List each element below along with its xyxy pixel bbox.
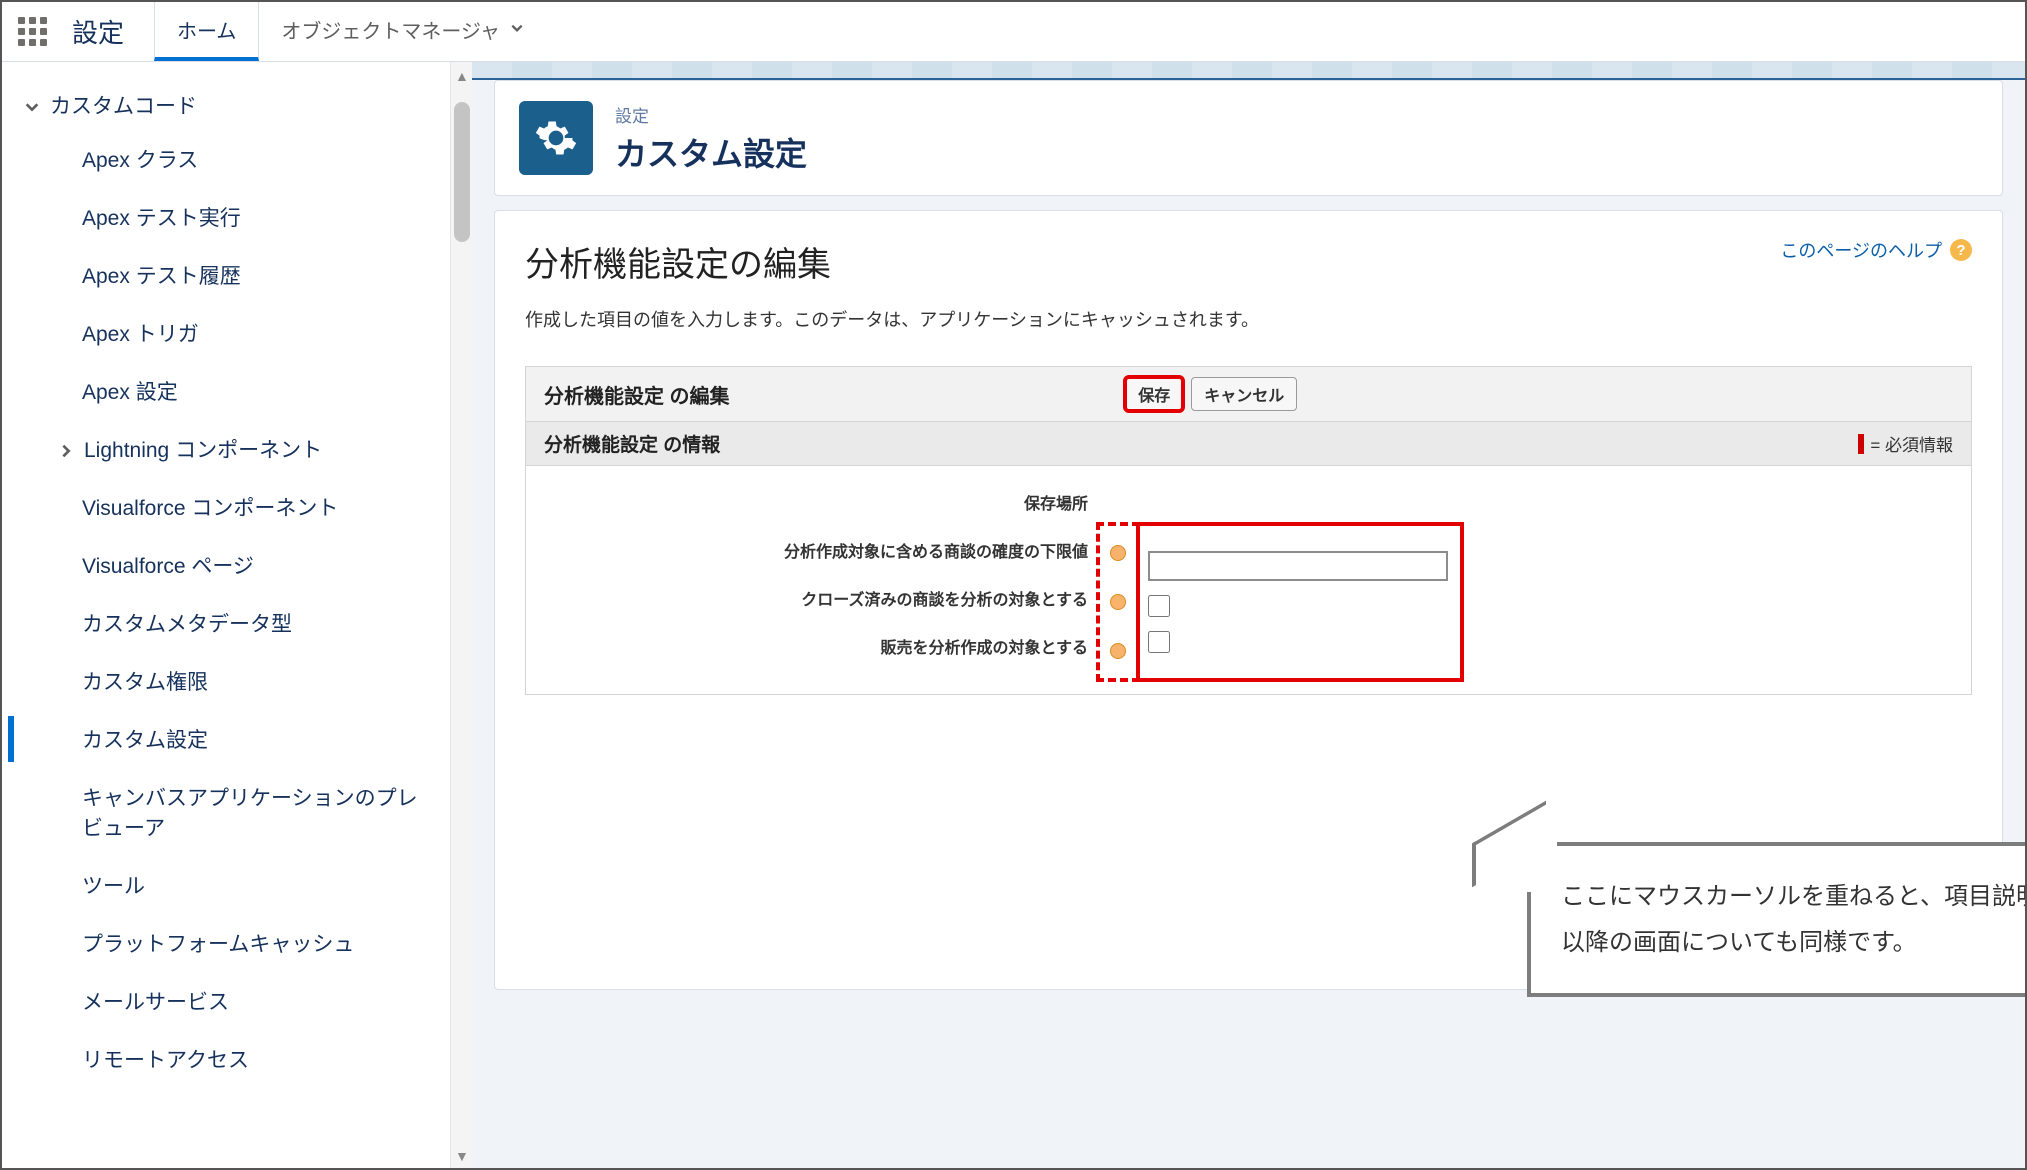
page-block-title: 分析機能設定 の編集 <box>544 380 730 409</box>
sidebar-item-vf-components[interactable]: Visualforce コンポーネント <box>8 478 472 536</box>
panel-heading: 分析機能設定の編集 <box>525 237 831 286</box>
required-pipe-icon <box>1858 434 1864 454</box>
sidebar-parent-label: カスタムコード <box>50 90 197 120</box>
callout-mask <box>1527 842 1557 892</box>
tab-label: オブジェクトマネージャ <box>281 15 500 44</box>
sidebar-item-vf-pages[interactable]: Visualforce ページ <box>8 536 472 594</box>
chevron-right-icon <box>58 441 74 457</box>
sidebar-item-email-services[interactable]: メールサービス <box>8 972 472 1030</box>
include-closed-checkbox[interactable] <box>1148 595 1170 617</box>
callout-line2: 以降の画面についても同様です。 <box>1561 920 2027 966</box>
scroll-down-icon[interactable]: ▼ <box>455 1148 469 1162</box>
field-label-include-sales: 販売を分析作成の対象とする <box>544 634 1094 658</box>
page-title: カスタム設定 <box>615 129 807 175</box>
sidebar-item-remote-access[interactable]: リモートアクセス <box>8 1030 472 1088</box>
sidebar-item-lightning-components[interactable]: Lightning コンポーネント <box>8 420 472 478</box>
page-block-subheader: 分析機能設定 の情報 = 必須情報 <box>526 422 1971 466</box>
sidebar-item-custom-metadata[interactable]: カスタムメタデータ型 <box>8 594 472 652</box>
field-help-icon[interactable] <box>1110 545 1126 561</box>
decorative-strip <box>472 62 2025 80</box>
page-block-sub-title: 分析機能設定 の情報 <box>544 430 720 457</box>
sidebar-item-label: Lightning コンポーネント <box>84 434 322 464</box>
sidebar-item-tools[interactable]: ツール <box>8 856 472 914</box>
sidebar-item-custom-permissions[interactable]: カスタム権限 <box>8 652 472 710</box>
field-help-icon[interactable] <box>1110 594 1126 610</box>
annotation-callout: ここにマウスカーソルを重ねると、項目説明が表示されます。 以降の画面についても同… <box>1527 842 2027 997</box>
help-link-label: このページのヘルプ <box>1780 237 1942 263</box>
sidebar-item-apex-classes[interactable]: Apex クラス <box>8 130 472 188</box>
sidebar-item-apex-test-exec[interactable]: Apex テスト実行 <box>8 188 472 246</box>
page-block-header: 分析機能設定 の編集 保存 キャンセル <box>526 367 1971 422</box>
sidebar-scrollbar[interactable]: ▲ ▼ <box>450 62 472 1168</box>
include-sales-checkbox[interactable] <box>1148 631 1170 653</box>
required-legend-label: = 必須情報 <box>1870 431 1953 456</box>
panel-description: 作成した項目の値を入力します。このデータは、アプリケーションにキャッシュされます… <box>525 306 1972 332</box>
location-label: 保存場所 <box>544 490 1094 514</box>
sidebar-item-canvas-preview[interactable]: キャンバスアプリケーションのプレビューア <box>8 768 472 856</box>
main-content: 設定 カスタム設定 分析機能設定の編集 このページのヘルプ ? 作成した項目の値… <box>472 62 2025 1168</box>
sidebar-parent-custom-code[interactable]: カスタムコード <box>8 80 472 130</box>
callout-line1: ここにマウスカーソルを重ねると、項目説明が表示されます。 <box>1561 874 2027 920</box>
opp-prob-min-input[interactable] <box>1148 551 1448 581</box>
tab-label: ホーム <box>177 15 236 44</box>
tab-home[interactable]: ホーム <box>154 2 259 61</box>
required-legend: = 必須情報 <box>1858 431 1953 456</box>
sidebar-item-platform-cache[interactable]: プラットフォームキャッシュ <box>8 914 472 972</box>
app-title: 設定 <box>62 2 154 61</box>
field-label-opp-prob-min: 分析作成対象に含める商談の確度の下限値 <box>544 538 1094 562</box>
setup-sidebar: カスタムコード Apex クラス Apex テスト実行 Apex テスト履歴 A… <box>2 62 472 1168</box>
field-help-icon[interactable] <box>1110 643 1126 659</box>
sidebar-item-apex-test-history[interactable]: Apex テスト履歴 <box>8 246 472 304</box>
app-launcher-icon[interactable] <box>2 2 62 61</box>
cancel-button[interactable]: キャンセル <box>1191 377 1297 411</box>
save-button[interactable]: 保存 <box>1125 377 1183 411</box>
chevron-down-icon <box>510 18 524 41</box>
chevron-down-icon <box>24 97 40 113</box>
field-label-include-closed: クローズ済みの商談を分析の対象とする <box>544 586 1094 610</box>
help-icon: ? <box>1950 239 1972 261</box>
page-header-card: 設定 カスタム設定 <box>494 80 2003 196</box>
sidebar-item-custom-settings[interactable]: カスタム設定 <box>8 710 472 768</box>
sidebar-item-apex-settings[interactable]: Apex 設定 <box>8 362 472 420</box>
gear-icon <box>519 101 593 175</box>
scroll-thumb[interactable] <box>454 102 470 242</box>
global-header: 設定 ホーム オブジェクトマネージャ <box>2 2 2025 62</box>
tab-object-manager[interactable]: オブジェクトマネージャ <box>259 2 546 61</box>
scroll-up-icon[interactable]: ▲ <box>455 68 469 82</box>
breadcrumb: 設定 <box>615 102 807 127</box>
sidebar-item-apex-triggers[interactable]: Apex トリガ <box>8 304 472 362</box>
page-help-link[interactable]: このページのヘルプ ? <box>1780 237 1972 263</box>
page-block: 分析機能設定 の編集 保存 キャンセル 分析機能設定 の情報 = 必須情報 <box>525 366 1972 695</box>
